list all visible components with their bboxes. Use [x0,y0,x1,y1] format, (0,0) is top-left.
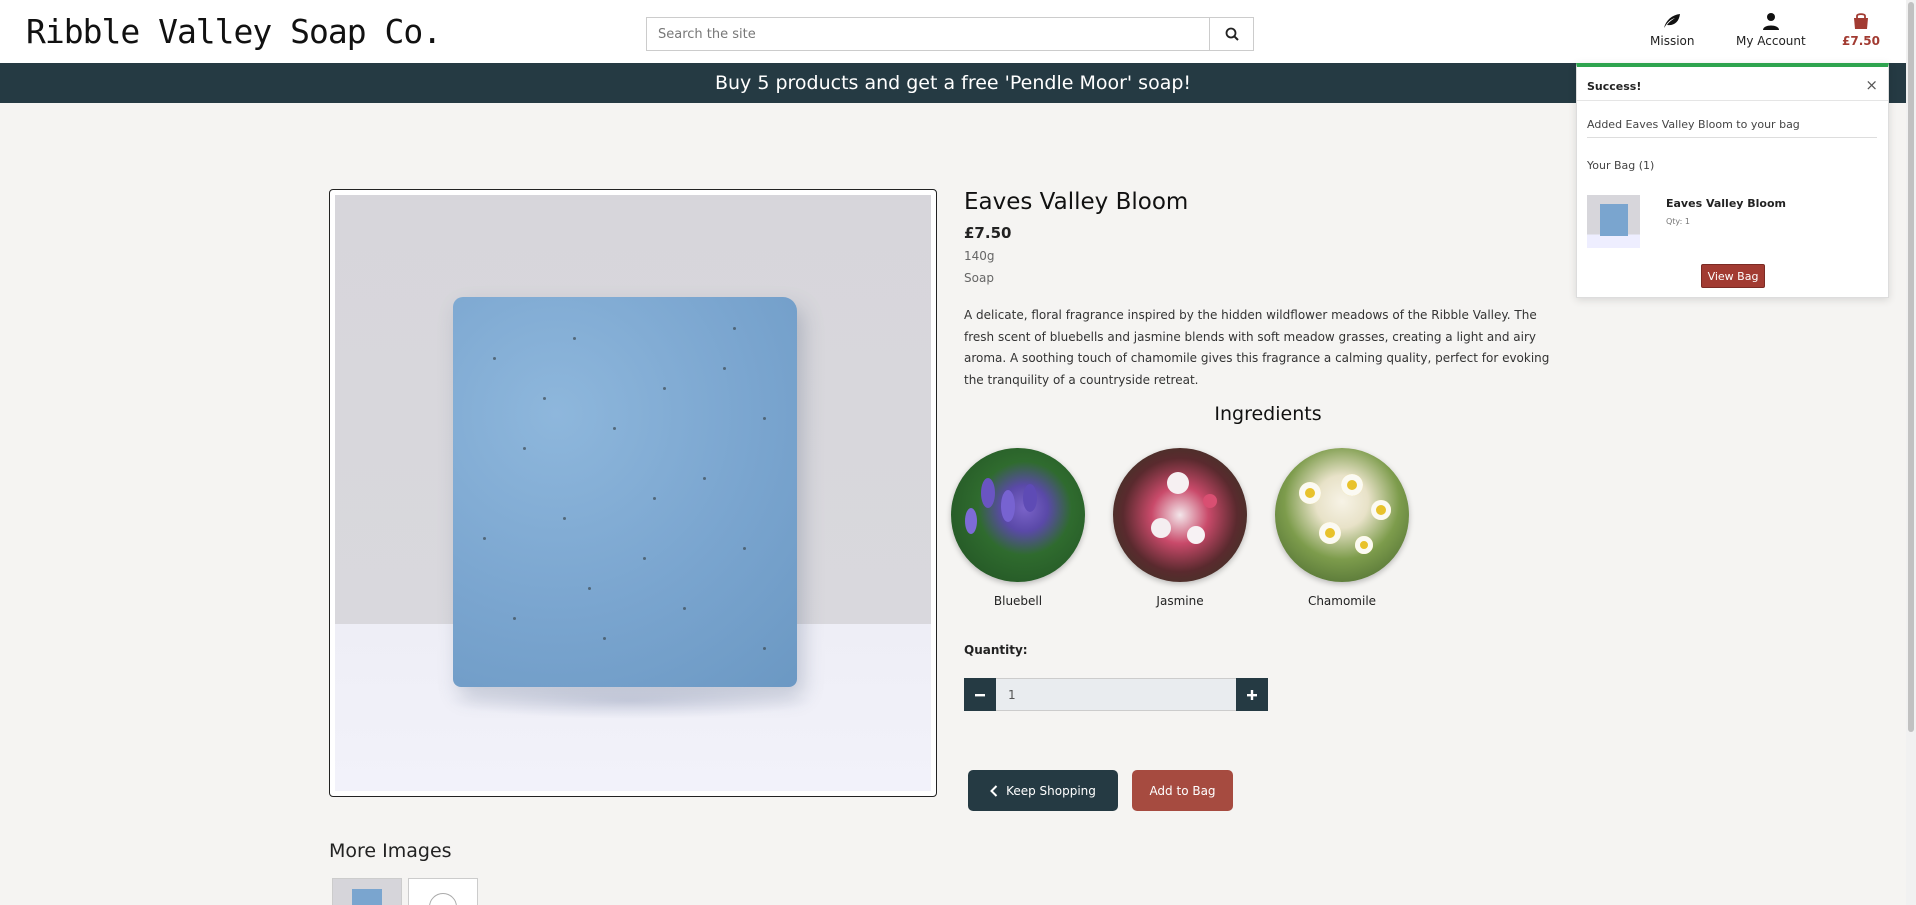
toast-item-thumbnail [1587,195,1640,248]
toast-item-name: Eaves Valley Bloom [1666,197,1787,210]
decrement-button[interactable] [964,678,996,711]
page-scrollbar[interactable] [1906,0,1916,905]
product-category[interactable]: Soap [964,271,994,285]
nav-bag[interactable]: £7.50 [1842,12,1880,48]
product-main-image [329,189,937,797]
thumbnail-1[interactable] [332,878,402,905]
quantity-input[interactable] [996,678,1236,711]
product-description: A delicate, floral fragrance inspired by… [964,308,1550,387]
ingredient-bluebell: Bluebell [951,448,1085,608]
success-toast: Success! × Added Eaves Valley Bloom to y… [1576,63,1889,298]
quantity-stepper [964,678,1268,711]
keep-shopping-button[interactable]: Keep Shopping [968,770,1118,811]
keep-shopping-label: Keep Shopping [1006,783,1096,798]
ingredient-label: Chamomile [1307,594,1377,608]
product-price: £7.50 [964,224,1012,242]
ingredient-label: Bluebell [993,594,1043,608]
jasmine-image [1113,448,1247,582]
scrollbar-thumb[interactable] [1908,2,1914,732]
plus-icon [1247,689,1257,700]
product-photo [335,195,931,791]
search-icon [1225,27,1239,41]
ingredient-label: Jasmine [1156,594,1204,608]
site-header: Ribble Valley Soap Co. Mission My Accoun… [0,0,1906,63]
bag-total: £7.50 [1842,34,1880,48]
nav-mission[interactable]: Mission [1650,12,1694,48]
search-input[interactable] [647,18,1209,50]
leaf-icon [1664,14,1681,28]
close-icon[interactable]: × [1865,76,1878,94]
ingredient-chamomile: Chamomile [1275,448,1409,608]
increment-button[interactable] [1236,678,1268,711]
ingredient-jasmine: Jasmine [1113,448,1247,608]
toast-bag-heading: Your Bag (1) [1587,159,1655,172]
product-weight: 140g [964,249,995,263]
divider [1587,137,1877,138]
site-logo[interactable]: Ribble Valley Soap Co. [26,12,442,51]
nav-my-account-label: My Account [1736,34,1806,48]
add-to-bag-button[interactable]: Add to Bag [1132,770,1233,811]
quantity-label: Quantity: [964,643,1028,657]
toast-title: Success! [1587,80,1642,93]
user-icon [1762,13,1779,30]
nav-mission-label: Mission [1650,34,1695,48]
toast-item-qty: Qty: 1 [1666,217,1690,226]
nav-my-account[interactable]: My Account [1736,12,1806,48]
shopping-bag-icon [1853,13,1868,29]
chamomile-image [1275,448,1409,582]
minus-icon [975,693,985,696]
more-images-thumbnails [332,878,478,905]
thumbnail-2[interactable] [408,878,478,905]
more-images-title: More Images [329,840,452,862]
divider [1577,100,1888,101]
ingredients-title: Ingredients [1214,403,1322,425]
view-bag-button[interactable]: View Bag [1701,264,1765,288]
soap-bar-image [453,297,797,687]
chevron-left-icon [990,784,998,797]
search-bar [646,17,1254,51]
product-name: Eaves Valley Bloom [964,189,1189,215]
search-button[interactable] [1209,18,1253,50]
soap-shadow [445,683,815,719]
bluebell-image [951,448,1085,582]
toast-message: Added Eaves Valley Bloom to your bag [1587,118,1800,131]
